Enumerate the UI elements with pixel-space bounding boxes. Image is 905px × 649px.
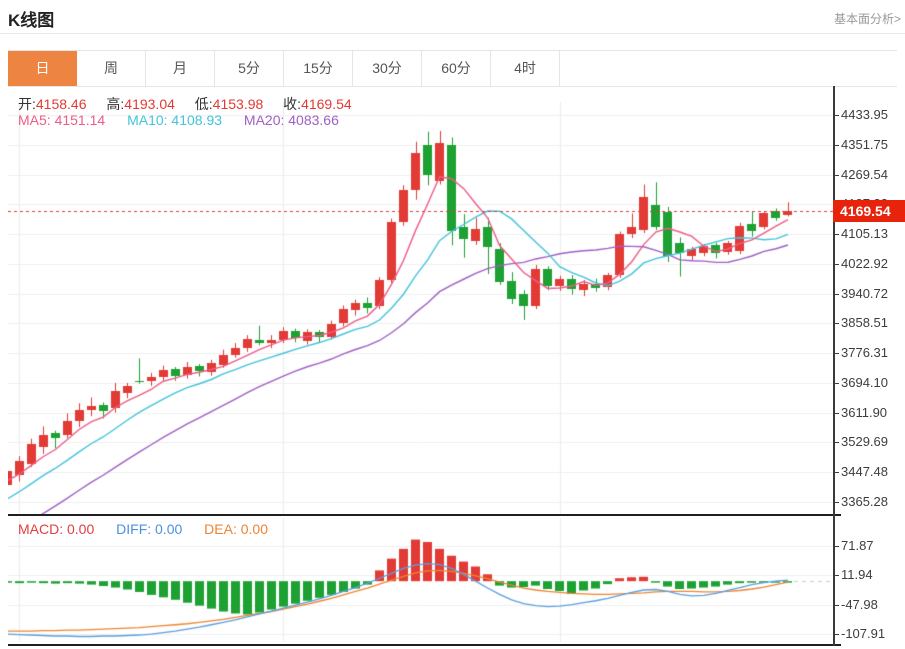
y-axis-label: 71.87	[841, 538, 874, 553]
y-axis-label: 4269.54	[841, 167, 888, 182]
ma20-legend: MA20: 4083.66	[244, 112, 339, 128]
y-axis-label: -47.98	[841, 597, 878, 612]
high-label: 高:	[106, 96, 124, 112]
tab-4hour[interactable]: 4时	[491, 51, 560, 86]
macd-legend: MACD: 0.00 DIFF: 0.00 DEA: 0.00	[18, 521, 268, 537]
ma10-legend: MA10: 4108.93	[127, 112, 222, 128]
ma5-legend: MA5: 4151.14	[18, 112, 105, 128]
panel-separator	[8, 514, 841, 516]
tab-5min[interactable]: 5分	[215, 51, 284, 86]
interval-tabs: 日 周 月 5分 15分 30分 60分 4时	[8, 50, 897, 87]
y-axis-label: 4351.75	[841, 137, 888, 152]
y-axis-tick	[834, 546, 839, 547]
current-price-tag: 4169.54	[833, 200, 905, 222]
y-axis-tick	[834, 634, 839, 635]
tab-60min[interactable]: 60分	[422, 51, 491, 86]
tab-week[interactable]: 周	[77, 51, 146, 86]
fundamental-analysis-link[interactable]: 基本面分析>	[834, 10, 901, 27]
y-axis-label: 3365.28	[841, 494, 888, 509]
close-value: 4169.54	[301, 96, 352, 112]
y-axis-tick	[834, 502, 839, 503]
y-axis-tick	[834, 353, 839, 354]
y-axis-label: 3858.51	[841, 315, 888, 330]
ohlc-legend: 开:4158.46 高:4193.04 低:4153.98 收:4169.54	[18, 94, 368, 114]
y-axis-tick	[834, 442, 839, 443]
y-axis-label: 3940.72	[841, 286, 888, 301]
y-axis-tick	[834, 145, 839, 146]
y-axis-tick	[834, 175, 839, 176]
chart-bottom-axis	[8, 644, 841, 646]
y-axis-line	[833, 86, 835, 646]
y-axis-tick	[834, 264, 839, 265]
y-axis-tick	[834, 605, 839, 606]
y-axis-tick	[834, 323, 839, 324]
y-axis-label: 4105.13	[841, 226, 888, 241]
open-value: 4158.46	[36, 96, 87, 112]
low-label: 低:	[195, 96, 213, 112]
tab-month[interactable]: 月	[146, 51, 215, 86]
close-label: 收:	[283, 96, 301, 112]
y-axis-tick	[834, 234, 839, 235]
main-candlestick-chart[interactable]	[8, 88, 833, 516]
ma-legend: MA5: 4151.14 MA10: 4108.93 MA20: 4083.66	[18, 112, 339, 128]
y-axis-label: 3776.31	[841, 345, 888, 360]
dea-value-legend: DEA: 0.00	[204, 521, 268, 537]
y-axis-label: 4022.92	[841, 256, 888, 271]
page-title: K线图	[8, 6, 54, 31]
y-axis-label: 3694.10	[841, 375, 888, 390]
macd-value-legend: MACD: 0.00	[18, 521, 94, 537]
tab-30min[interactable]: 30分	[353, 51, 422, 86]
y-axis-tick	[834, 383, 839, 384]
title-divider	[0, 33, 905, 34]
y-axis-label: 11.94	[841, 567, 873, 582]
y-axis-tick	[834, 115, 839, 116]
low-value: 4153.98	[213, 96, 264, 112]
y-axis-tick	[834, 575, 839, 576]
y-axis-tick	[834, 413, 839, 414]
tab-day[interactable]: 日	[8, 51, 77, 86]
diff-value-legend: DIFF: 0.00	[116, 521, 182, 537]
y-axis-label: 3529.69	[841, 434, 888, 449]
high-value: 4193.04	[124, 96, 175, 112]
tab-15min[interactable]: 15分	[284, 51, 353, 86]
y-axis-label: 4433.95	[841, 107, 888, 122]
y-axis-tick	[834, 472, 839, 473]
kline-widget: K线图 基本面分析> 日 周 月 5分 15分 30分 60分 4时 开:415…	[0, 0, 905, 649]
y-axis-tick	[834, 294, 839, 295]
y-axis-label: 3611.90	[841, 405, 887, 420]
y-axis-label: 3447.48	[841, 464, 888, 479]
y-axis-label: -107.91	[841, 626, 885, 641]
open-label: 开:	[18, 96, 36, 112]
